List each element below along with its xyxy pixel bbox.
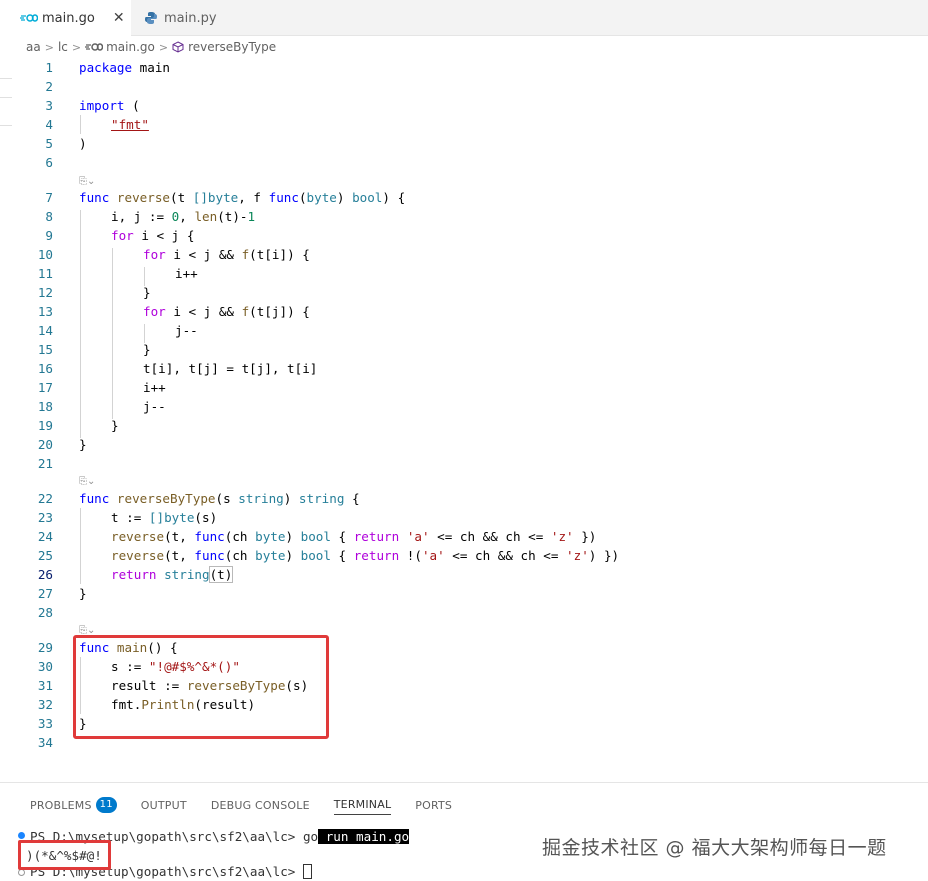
terminal-cursor: [302, 864, 312, 879]
highlight-annotation-box: [73, 635, 329, 739]
breadcrumb-item[interactable]: reverseByType: [188, 40, 276, 54]
chevron-right-icon: >: [158, 40, 169, 54]
editor-tab-bar: main.go ✕ main.py: [0, 0, 928, 36]
tab-problems[interactable]: PROBLEMS 11: [30, 795, 117, 815]
code-line: import (: [79, 98, 140, 113]
breadcrumb-item[interactable]: aa: [26, 40, 41, 54]
line-number: 10: [37, 247, 53, 262]
code-line: j--: [143, 399, 166, 414]
tab-main-go[interactable]: main.go ✕: [0, 0, 131, 36]
code-line: ): [79, 136, 87, 151]
code-line: i, j := 0, len(t)-1: [111, 209, 256, 224]
line-number: 7: [45, 190, 53, 205]
line-number: 1: [45, 60, 53, 75]
code-line: reverse(t, func(ch byte) bool { return !…: [111, 548, 620, 563]
line-number: 26: [37, 567, 53, 582]
tab-ports[interactable]: PORTS: [415, 795, 452, 815]
code-line: j--: [175, 323, 198, 338]
line-number: 22: [37, 491, 53, 506]
highlight-annotation-box: [18, 840, 111, 870]
symbol-method-icon: [172, 41, 184, 53]
line-number: 33: [37, 716, 53, 731]
line-number: 18: [37, 399, 53, 414]
code-line: }: [79, 586, 87, 601]
line-number: 32: [37, 697, 53, 712]
problems-count-badge: 11: [95, 797, 117, 813]
line-number: 25: [37, 548, 53, 563]
line-number: 34: [37, 735, 53, 750]
line-number: 2: [45, 79, 53, 94]
line-number: 5: [45, 136, 53, 151]
line-number: 6: [45, 155, 53, 170]
line-number: 20: [37, 437, 53, 452]
breadcrumb-item[interactable]: main.go: [106, 40, 155, 54]
tab-debug-console[interactable]: DEBUG CONSOLE: [211, 795, 310, 815]
code-line: i++: [175, 266, 198, 281]
code-line: reverse(t, func(ch byte) bool { return '…: [111, 529, 597, 544]
line-number: 27: [37, 586, 53, 601]
tab-terminal[interactable]: TERMINAL: [333, 795, 392, 815]
command-status-dot: [18, 869, 25, 876]
line-number: 16: [37, 361, 53, 376]
go-file-icon: [20, 14, 38, 22]
line-number: 11: [37, 266, 53, 281]
line-number: 17: [37, 380, 53, 395]
tab-label: main.go: [42, 10, 95, 26]
code-line: }: [143, 342, 151, 357]
line-number: 8: [45, 209, 53, 224]
line-number: 4: [45, 117, 53, 132]
tab-main-py[interactable]: main.py: [132, 0, 248, 36]
code-line: func reverseByType(s string) string {: [79, 491, 360, 506]
code-line: func reverse(t []byte, f func(byte) bool…: [79, 190, 406, 205]
panel-tab-bar: PROBLEMS 11 OUTPUT DEBUG CONSOLE TERMINAL…: [30, 795, 476, 815]
close-icon[interactable]: ✕: [113, 10, 125, 26]
line-number: 9: [45, 228, 53, 243]
code-line: return string(t): [111, 566, 234, 583]
code-line: package main: [79, 60, 170, 75]
line-number: 31: [37, 678, 53, 693]
go-file-icon: [85, 43, 104, 51]
code-line: t := []byte(s): [111, 510, 218, 525]
line-number: 14: [37, 323, 53, 338]
command-status-dot: [18, 832, 25, 839]
tab-output[interactable]: OUTPUT: [141, 795, 187, 815]
line-number: 28: [37, 605, 53, 620]
code-line: for i < j && f(t[i]) {: [143, 247, 310, 262]
breadcrumb: aa > lc > main.go > reverseByType: [0, 36, 928, 58]
code-line: "fmt": [111, 117, 149, 132]
line-number: 15: [37, 342, 53, 357]
line-number: 23: [37, 510, 53, 525]
chevron-right-icon: >: [44, 40, 54, 54]
code-line: }: [79, 437, 87, 452]
code-line: i++: [143, 380, 166, 395]
line-number: 19: [37, 418, 53, 433]
line-number: 12: [37, 285, 53, 300]
code-line: }: [143, 285, 151, 300]
chevron-right-icon: >: [71, 40, 82, 54]
python-file-icon: [145, 12, 157, 24]
code-line: for i < j {: [111, 228, 195, 243]
tab-label: main.py: [164, 10, 217, 26]
line-number: 24: [37, 529, 53, 544]
watermark: 掘金技术社区 @ 福大大架构师每日一题: [542, 837, 887, 859]
line-number: 13: [37, 304, 53, 319]
line-number: 29: [37, 640, 53, 655]
line-number: 3: [45, 98, 53, 113]
code-line: }: [111, 418, 119, 433]
code-line: for i < j && f(t[j]) {: [143, 304, 310, 319]
code-line: t[i], t[j] = t[j], t[i]: [143, 361, 318, 376]
line-number: 21: [37, 456, 53, 471]
breadcrumb-item[interactable]: lc: [58, 40, 68, 54]
line-number: 30: [37, 659, 53, 674]
